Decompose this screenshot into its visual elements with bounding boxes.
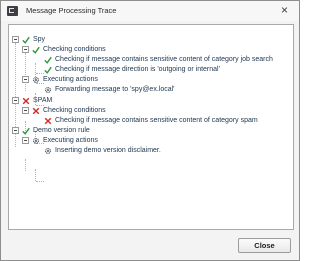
cross-icon bbox=[44, 117, 52, 124]
tree-node-demo[interactable]: Demo version rule bbox=[12, 126, 90, 135]
action-label: Inserting demo version disclaimer. bbox=[55, 147, 161, 154]
gear-icon bbox=[32, 137, 40, 144]
check-icon bbox=[22, 36, 30, 44]
condition-label: Checking if message contains sensitive c… bbox=[55, 117, 258, 124]
actions-label: Executing actions bbox=[43, 76, 98, 83]
tree-connector bbox=[35, 169, 36, 181]
action-label: Forwarding message to 'spy@ex.local' bbox=[55, 86, 175, 93]
tree-connector bbox=[36, 181, 44, 182]
close-button[interactable]: Close bbox=[238, 238, 291, 253]
gear-icon bbox=[44, 86, 52, 93]
condition-label: Checking if message direction is 'outgoi… bbox=[55, 66, 220, 73]
gear-icon bbox=[44, 147, 52, 154]
check-icon bbox=[44, 56, 52, 64]
tree-node-condition[interactable]: Checking if message contains sensitive c… bbox=[44, 55, 273, 64]
window-title: Message Processing Trace bbox=[26, 6, 117, 15]
cross-icon bbox=[32, 107, 40, 114]
collapse-toggle[interactable] bbox=[22, 137, 29, 144]
collapse-toggle[interactable] bbox=[12, 127, 19, 134]
rule-label: Spy bbox=[33, 36, 46, 43]
collapse-toggle[interactable] bbox=[22, 46, 29, 53]
rule-label: Demo version rule bbox=[33, 127, 90, 134]
app-icon bbox=[7, 6, 18, 16]
tree-node-spam-conditions[interactable]: Checking conditions bbox=[22, 106, 106, 115]
trace-tree: Spy Checking conditions Checking if mess… bbox=[8, 24, 294, 230]
tree-node-condition[interactable]: Checking if message direction is 'outgoi… bbox=[44, 65, 220, 74]
tree-connector bbox=[36, 73, 44, 74]
tree-node-spam[interactable]: SPAM bbox=[12, 96, 52, 105]
actions-label: Executing actions bbox=[43, 137, 98, 144]
rule-label: SPAM bbox=[33, 97, 53, 104]
tree-connector bbox=[25, 159, 26, 171]
tree-connector bbox=[25, 53, 26, 91]
message-processing-trace-window: Message Processing Trace × Spy Checking … bbox=[0, 0, 300, 261]
collapse-toggle[interactable] bbox=[12, 97, 19, 104]
condition-label: Checking if message contains sensitive c… bbox=[55, 56, 273, 63]
window-close-icon[interactable]: × bbox=[278, 4, 291, 17]
collapse-toggle[interactable] bbox=[22, 107, 29, 114]
tree-node-action[interactable]: Inserting demo version disclaimer. bbox=[44, 146, 161, 155]
cross-icon bbox=[22, 97, 30, 104]
conditions-label: Checking conditions bbox=[43, 46, 106, 53]
title-bar: Message Processing Trace × bbox=[1, 1, 299, 21]
tree-node-spy-actions[interactable]: Executing actions bbox=[22, 75, 98, 84]
tree-node-spy[interactable]: Spy bbox=[12, 35, 45, 44]
tree-node-demo-actions[interactable]: Executing actions bbox=[22, 136, 98, 145]
collapse-toggle[interactable] bbox=[12, 36, 19, 43]
check-icon bbox=[22, 127, 30, 135]
check-icon bbox=[32, 46, 40, 54]
gear-icon bbox=[32, 76, 40, 83]
tree-node-action[interactable]: Forwarding message to 'spy@ex.local' bbox=[44, 85, 175, 94]
tree-node-condition[interactable]: Checking if message contains sensitive c… bbox=[44, 116, 258, 125]
collapse-toggle[interactable] bbox=[22, 76, 29, 83]
conditions-label: Checking conditions bbox=[43, 107, 106, 114]
check-icon bbox=[44, 66, 52, 74]
tree-node-spy-conditions[interactable]: Checking conditions bbox=[22, 45, 106, 54]
